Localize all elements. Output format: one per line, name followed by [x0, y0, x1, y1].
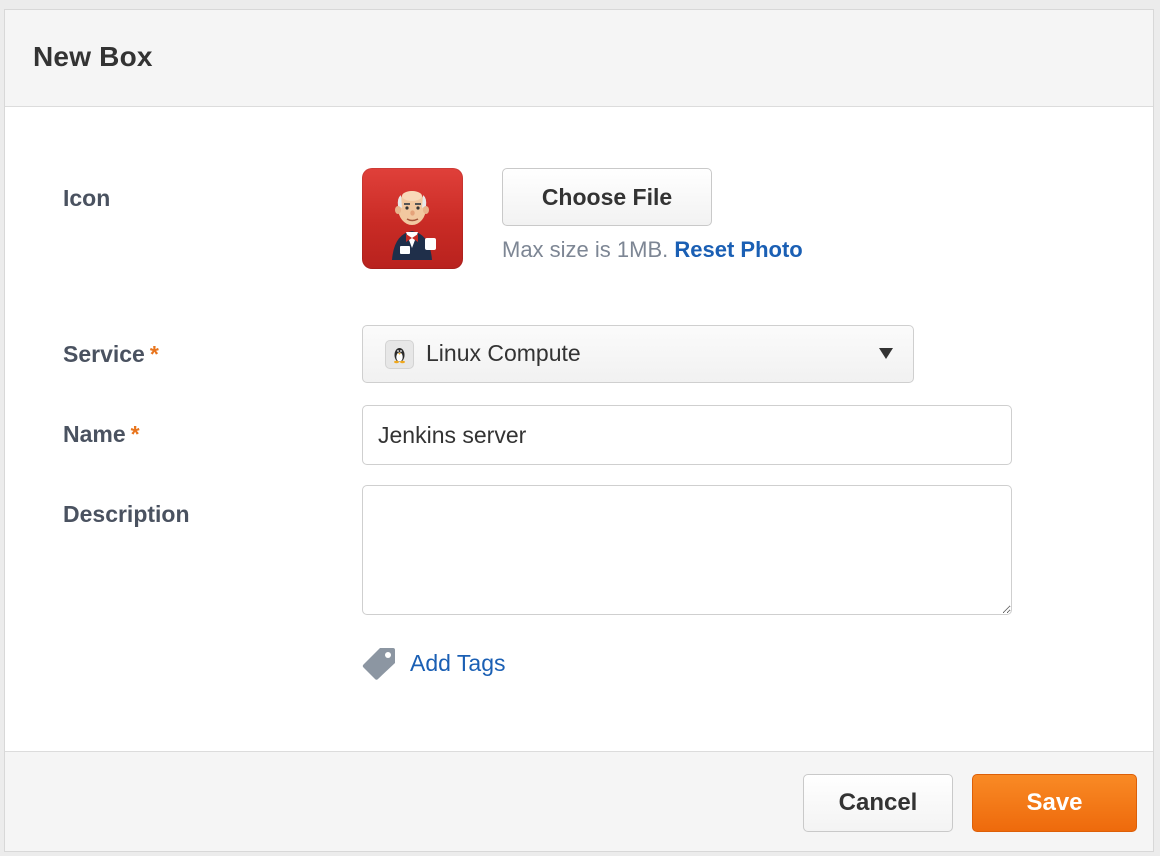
reset-photo-link[interactable]: Reset Photo [674, 237, 802, 262]
new-box-dialog: New Box Icon Choose File Max size is 1MB… [4, 9, 1154, 852]
dialog-title: New Box [33, 41, 153, 72]
choose-file-button[interactable]: Choose File [502, 168, 712, 226]
description-label: Description [63, 501, 190, 527]
service-label-text: Service [63, 341, 145, 367]
required-marker: * [149, 341, 159, 367]
icon-size-hint: Max size is 1MB. Reset Photo [502, 237, 803, 263]
max-size-text: Max size is 1MB. [502, 237, 669, 262]
service-label: Service * [63, 341, 159, 368]
tag-icon [362, 648, 395, 680]
description-textarea[interactable] [362, 485, 1012, 615]
name-input[interactable] [362, 405, 1012, 465]
jenkins-icon-preview [362, 168, 463, 269]
service-select[interactable]: Linux Compute [362, 325, 914, 383]
service-selected-value: Linux Compute [426, 340, 581, 366]
name-label: Name * [63, 421, 140, 448]
jenkins-butler-icon [392, 191, 436, 260]
dialog-footer: Cancel Save [5, 751, 1153, 851]
icon-label: Icon [63, 185, 111, 211]
add-tags-link[interactable]: Add Tags [362, 646, 505, 680]
save-button[interactable]: Save [972, 774, 1137, 832]
required-marker: * [130, 421, 140, 447]
name-label-text: Name [63, 421, 126, 447]
cancel-button[interactable]: Cancel [803, 774, 953, 832]
dialog-header: New Box [5, 10, 1153, 107]
chevron-down-icon [879, 348, 893, 359]
add-tags-label: Add Tags [410, 649, 506, 676]
linux-penguin-icon [385, 340, 414, 369]
